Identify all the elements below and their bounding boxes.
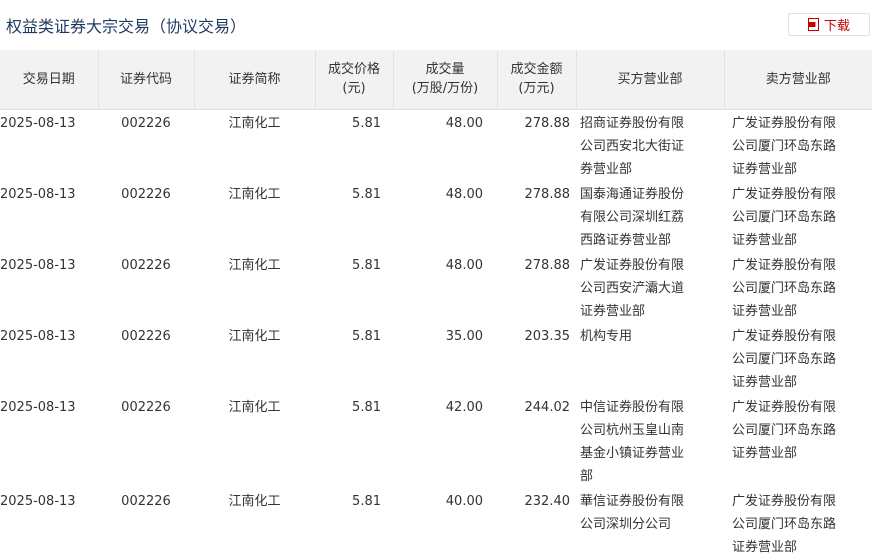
cell-amount: 203.35: [524, 328, 571, 344]
table-header-row: 交易日期 证券代码 证券简称 成交价格 (元) 成交量 (万股/万份) 成交金额 (万元) 买方营…: [0, 50, 872, 110]
cell-seller-branch: 广发证券股份有限 公司厦门环岛东路 证券营业部: [732, 399, 837, 461]
table-row: 2025-08-13 002226 江南化工 5.81 35.00 203.35 机构专用 广…: [0, 323, 872, 394]
col-header-code: 证券代码: [98, 50, 195, 110]
cell-security-code: 002226: [121, 328, 171, 344]
block-trade-table: 交易日期 证券代码 证券简称 成交价格 (元) 成交量 (万股/万份) 成交金额 (万元) 买方营…: [0, 50, 872, 559]
cell-security-code: 002226: [121, 399, 171, 415]
cell-amount: 244.02: [524, 399, 571, 415]
col-header-amount: 成交金额 (万元): [497, 50, 577, 110]
cell-trade-date: 2025-08-13: [0, 399, 76, 415]
cell-seller-branch: 广发证券股份有限 公司厦门环岛东路 证券营业部: [732, 493, 837, 555]
cell-price: 5.81: [352, 493, 381, 509]
cell-buyer-branch: 广发证券股份有限 公司西安浐灞大道 证券营业部: [580, 257, 685, 319]
cell-amount: 278.88: [524, 257, 571, 273]
cell-volume: 35.00: [445, 328, 483, 344]
cell-volume: 48.00: [445, 115, 483, 131]
table-row: 2025-08-13 002226 江南化工 5.81 40.00 232.40 華信证券股…: [0, 488, 872, 559]
cell-security-name: 江南化工: [228, 115, 281, 131]
cell-amount: 278.88: [524, 115, 571, 131]
table-row: 2025-08-13 002226 江南化工 5.81 48.00 278.88 招商证券股…: [0, 109, 872, 181]
cell-price: 5.81: [352, 115, 381, 131]
col-header-name: 证券简称: [194, 50, 316, 110]
cell-buyer-branch: 国泰海通证券股份 有限公司深圳红荔 西路证券营业部: [580, 186, 685, 248]
cell-amount: 232.40: [524, 493, 571, 509]
cell-trade-date: 2025-08-13: [0, 186, 76, 202]
cell-trade-date: 2025-08-13: [0, 493, 76, 509]
table-row: 2025-08-13 002226 江南化工 5.81 48.00 278.88 国泰海通证…: [0, 181, 872, 252]
col-header-buyer: 买方营业部: [576, 50, 725, 110]
cell-seller-branch: 广发证券股份有限 公司厦门环岛东路 证券营业部: [732, 115, 837, 177]
download-label: 下载: [823, 19, 850, 34]
cell-security-code: 002226: [121, 186, 171, 202]
top-bar: 权益类证券大宗交易（协议交易） 下载: [0, 0, 872, 50]
cell-price: 5.81: [352, 186, 381, 202]
cell-seller-branch: 广发证券股份有限 公司厦门环岛东路 证券营业部: [732, 257, 837, 319]
col-header-date: 交易日期: [0, 50, 99, 110]
page-title: 权益类证券大宗交易（协议交易）: [6, 17, 247, 36]
cell-security-name: 江南化工: [228, 493, 281, 509]
col-header-volume: 成交量 (万股/万份): [393, 50, 498, 110]
cell-price: 5.81: [352, 328, 381, 344]
cell-buyer-branch: 中信证券股份有限 公司杭州玉皇山南 基金小镇证券营业部: [580, 399, 685, 484]
cell-buyer-branch: 机构专用: [580, 328, 633, 344]
cell-seller-branch: 广发证券股份有限 公司厦门环岛东路 证券营业部: [732, 328, 837, 390]
cell-amount: 278.88: [524, 186, 571, 202]
cell-buyer-branch: 華信证券股份有限 公司深圳分公司: [580, 493, 685, 532]
cell-trade-date: 2025-08-13: [0, 257, 76, 273]
cell-security-code: 002226: [121, 257, 171, 273]
cell-security-name: 江南化工: [228, 328, 281, 344]
cell-price: 5.81: [352, 399, 381, 415]
cell-volume: 48.00: [445, 257, 483, 273]
cell-price: 5.81: [352, 257, 381, 273]
cell-trade-date: 2025-08-13: [0, 115, 76, 131]
cell-volume: 42.00: [445, 399, 483, 415]
file-icon: [807, 18, 819, 31]
col-header-seller: 卖方营业部: [724, 50, 872, 110]
cell-security-code: 002226: [121, 115, 171, 131]
col-header-price: 成交价格 (元): [315, 50, 394, 110]
cell-security-code: 002226: [121, 493, 171, 509]
cell-buyer-branch: 招商证券股份有限 公司西安北大街证 券营业部: [580, 115, 685, 177]
table-body: 2025-08-13 002226 江南化工 5.81 48.00 278.88 招商证券股…: [0, 109, 872, 559]
table-row: 2025-08-13 002226 江南化工 5.81 42.00 244.02 中信证券股…: [0, 394, 872, 488]
cell-volume: 40.00: [445, 493, 483, 509]
cell-security-name: 江南化工: [228, 399, 281, 415]
cell-trade-date: 2025-08-13: [0, 328, 76, 344]
table-row: 2025-08-13 002226 江南化工 5.81 48.00 278.88 广发证券股…: [0, 252, 872, 323]
cell-volume: 48.00: [445, 186, 483, 202]
cell-security-name: 江南化工: [228, 186, 281, 202]
cell-security-name: 江南化工: [228, 257, 281, 273]
cell-seller-branch: 广发证券股份有限 公司厦门环岛东路 证券营业部: [732, 186, 837, 248]
download-button[interactable]: 下载: [788, 13, 870, 36]
